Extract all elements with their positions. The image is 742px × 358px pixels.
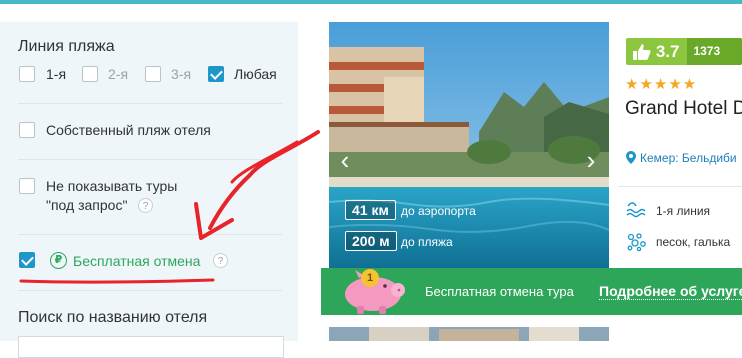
help-icon[interactable]: ? bbox=[138, 198, 153, 213]
next-hotel-photo-image bbox=[329, 327, 609, 341]
hotel-location[interactable]: Кемер: Бельдиби bbox=[626, 151, 737, 165]
beach-line-1-checkbox[interactable] bbox=[19, 66, 35, 82]
rating-value: 3.7 bbox=[655, 41, 680, 61]
help-icon[interactable]: ? bbox=[213, 253, 228, 268]
hotel-location-text: Кемер: Бельдиби bbox=[640, 151, 737, 165]
photo-prev-arrow-icon[interactable]: ‹ bbox=[335, 140, 355, 180]
next-hotel-photo[interactable] bbox=[329, 327, 609, 341]
beach-line-2-checkbox[interactable] bbox=[82, 66, 98, 82]
hotel-search-input[interactable] bbox=[18, 336, 284, 358]
beach-line-any-checkbox[interactable] bbox=[208, 66, 224, 82]
beach-line-1-label: 1-я bbox=[46, 66, 67, 82]
beach-line-3-checkbox[interactable] bbox=[145, 66, 161, 82]
photo-next-arrow-icon[interactable]: › bbox=[581, 140, 601, 180]
rating-badge[interactable]: 3.7 1373 от bbox=[626, 38, 742, 65]
free-cancel-banner-text: Бесплатная отмена тура bbox=[425, 284, 574, 299]
hotel-name[interactable]: Grand Hotel D bbox=[625, 98, 742, 120]
hotel-photo[interactable]: ‹ › 41 км до аэропорта 200 м до пляжа bbox=[329, 22, 609, 269]
beach-distance-caption: до пляжа bbox=[401, 235, 453, 249]
airport-distance-caption: до аэропорта bbox=[401, 204, 476, 218]
own-beach-label: Собственный пляж отеля bbox=[46, 122, 211, 138]
hide-on-request-checkbox[interactable] bbox=[19, 178, 35, 194]
pebbles-icon bbox=[627, 233, 646, 252]
free-cancel-label: Бесплатная отмена bbox=[73, 253, 201, 269]
thumbs-up-icon bbox=[632, 43, 651, 60]
hide-on-request-label-line1: Не показывать туры bbox=[46, 178, 178, 194]
review-count: 1373 от bbox=[687, 38, 742, 65]
free-cancel-checkbox[interactable] bbox=[19, 252, 35, 268]
beach-line-feature: 1-я линия bbox=[656, 204, 711, 218]
hide-on-request-label-line2: "под запрос" bbox=[46, 197, 128, 213]
location-pin-icon bbox=[626, 151, 636, 164]
coin-badge: 1 bbox=[361, 269, 379, 287]
piggy-bank-icon bbox=[345, 270, 405, 314]
filter-divider bbox=[18, 159, 282, 160]
filter-divider bbox=[18, 234, 282, 235]
own-beach-checkbox[interactable] bbox=[19, 122, 35, 138]
service-details-link[interactable]: Подробнее об услуге bbox=[599, 283, 742, 300]
beach-line-any-label: Любая bbox=[234, 66, 277, 82]
filter-divider bbox=[18, 103, 282, 104]
hotel-search-title: Поиск по названию отеля bbox=[18, 309, 208, 326]
beach-distance: 200 м bbox=[345, 231, 397, 251]
ruble-icon: ₽ bbox=[50, 252, 67, 269]
beach-line-2-label: 2-я bbox=[108, 66, 129, 82]
filter-divider bbox=[18, 290, 282, 291]
beach-type-feature: песок, галька bbox=[656, 235, 731, 249]
beach-line-3-label: 3-я bbox=[171, 66, 192, 82]
info-divider bbox=[618, 186, 742, 187]
free-cancel-banner: 1 Бесплатная отмена тура Подробнее об ус… bbox=[321, 268, 742, 315]
beach-line-title: Линия пляжа bbox=[18, 38, 115, 55]
hotel-stars: ★★★★★ bbox=[625, 76, 698, 93]
top-accent-bar bbox=[0, 0, 742, 4]
waves-icon bbox=[626, 202, 646, 218]
airport-distance: 41 км bbox=[345, 200, 396, 220]
